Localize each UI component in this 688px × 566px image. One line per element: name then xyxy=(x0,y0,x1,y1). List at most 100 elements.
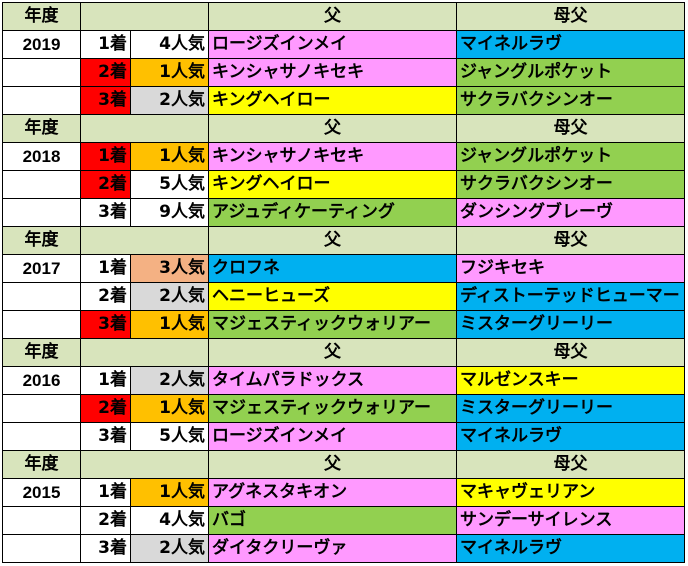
popularity-cell: 1人気 xyxy=(130,58,209,87)
dam-sire-header-cell: 母父 xyxy=(456,2,685,31)
sire-cell: クロフネ xyxy=(208,254,457,283)
sire-cell: キンシャサノキセキ xyxy=(208,142,457,171)
dam-sire-cell: マイネルラヴ xyxy=(456,422,685,451)
table-row: 3着 2人気 キングヘイロー サクラバクシンオー xyxy=(2,86,685,115)
empty-cell xyxy=(2,86,81,115)
table-row: 2着 4人気 バゴ サンデーサイレンス xyxy=(2,506,685,535)
sire-cell: マジェスティックウォリアー xyxy=(208,310,457,339)
finish-position-cell: 1着 xyxy=(80,366,131,395)
empty-cell xyxy=(2,310,81,339)
year-cell: 2015 xyxy=(2,478,81,507)
popularity-cell: 1人気 xyxy=(130,394,209,423)
table-row: 2016 1着 2人気 タイムパラドックス マルゼンスキー xyxy=(2,366,685,395)
sire-cell: ロージズインメイ xyxy=(208,30,457,59)
dam-sire-cell: サクラバクシンオー xyxy=(456,170,685,199)
year-header-cell: 年度 xyxy=(2,226,81,255)
dam-sire-cell: マイネルラヴ xyxy=(456,30,685,59)
popularity-cell: 4人気 xyxy=(130,506,209,535)
popularity-cell: 9人気 xyxy=(130,198,209,227)
dam-sire-header-cell: 母父 xyxy=(456,450,685,479)
dam-sire-cell: ミスターグリーリー xyxy=(456,310,685,339)
year-cell: 2019 xyxy=(2,30,81,59)
table-row: 2着 1人気 マジェスティックウォリアー ミスターグリーリー xyxy=(2,394,685,423)
year-header-row: 年度 父母父 xyxy=(2,114,685,143)
year-header-row: 年度 父母父 xyxy=(2,226,685,255)
year-cell: 2017 xyxy=(2,254,81,283)
sire-cell: キングヘイロー xyxy=(208,170,457,199)
finish-position-cell: 2着 xyxy=(80,394,131,423)
sire-header-cell: 父 xyxy=(208,2,457,31)
empty-cell xyxy=(2,394,81,423)
dam-sire-cell: ミスターグリーリー xyxy=(456,394,685,423)
dam-sire-cell: ディストーテッドヒューマー xyxy=(456,282,685,311)
year-header-cell: 年度 xyxy=(2,450,81,479)
year-header-row: 年度 父母父 xyxy=(2,450,685,479)
sire-header-cell: 父 xyxy=(208,114,457,143)
finish-position-cell: 3着 xyxy=(80,86,131,115)
empty-cell xyxy=(2,422,81,451)
empty-cell xyxy=(2,534,81,563)
year-header-row: 年度 父母父 xyxy=(2,2,685,31)
empty-cell xyxy=(2,198,81,227)
finish-position-cell: 2着 xyxy=(80,58,131,87)
empty-cell xyxy=(2,58,81,87)
finish-position-cell: 1着 xyxy=(80,254,131,283)
finish-position-cell: 2着 xyxy=(80,170,131,199)
dam-sire-cell: サクラバクシンオー xyxy=(456,86,685,115)
dam-sire-header-cell: 母父 xyxy=(456,114,685,143)
finish-position-cell: 1着 xyxy=(80,478,131,507)
popularity-cell: 3人気 xyxy=(130,254,209,283)
sire-header-cell: 父 xyxy=(208,338,457,367)
header-blank-cell xyxy=(80,450,209,479)
dam-sire-header-cell: 母父 xyxy=(456,226,685,255)
table-row: 2015 1着 1人気 アグネスタキオン マキャヴェリアン xyxy=(2,478,685,507)
dam-sire-header-cell: 母父 xyxy=(456,338,685,367)
table-row: 2着 1人気 キンシャサノキセキ ジャングルポケット xyxy=(2,58,685,87)
dam-sire-cell: マルゼンスキー xyxy=(456,366,685,395)
dam-sire-cell: ジャングルポケット xyxy=(456,142,685,171)
year-header-row: 年度 父母父 xyxy=(2,338,685,367)
dam-sire-cell: マイネルラヴ xyxy=(456,534,685,563)
table-row: 3着 9人気 アジュディケーティング ダンシングブレーヴ xyxy=(2,198,685,227)
table-row: 2018 1着 1人気 キンシャサノキセキ ジャングルポケット xyxy=(2,142,685,171)
dam-sire-cell: マキャヴェリアン xyxy=(456,478,685,507)
year-header-cell: 年度 xyxy=(2,2,81,31)
table-row: 2着 5人気 キングヘイロー サクラバクシンオー xyxy=(2,170,685,199)
table-row: 3着 5人気 ロージズインメイ マイネルラヴ xyxy=(2,422,685,451)
header-blank-cell xyxy=(80,338,209,367)
popularity-cell: 2人気 xyxy=(130,282,209,311)
header-blank-cell xyxy=(80,226,209,255)
empty-cell xyxy=(2,170,81,199)
sire-cell: ダイタクリーヴァ xyxy=(208,534,457,563)
finish-position-cell: 1着 xyxy=(80,30,131,59)
popularity-cell: 4人気 xyxy=(130,30,209,59)
table-row: 3着 1人気 マジェスティックウォリアー ミスターグリーリー xyxy=(2,310,685,339)
sire-header-cell: 父 xyxy=(208,226,457,255)
finish-position-cell: 3着 xyxy=(80,198,131,227)
sire-cell: アグネスタキオン xyxy=(208,478,457,507)
dam-sire-cell: サンデーサイレンス xyxy=(456,506,685,535)
sire-cell: キングヘイロー xyxy=(208,86,457,115)
popularity-cell: 5人気 xyxy=(130,422,209,451)
year-header-cell: 年度 xyxy=(2,338,81,367)
sire-cell: タイムパラドックス xyxy=(208,366,457,395)
year-cell: 2016 xyxy=(2,366,81,395)
finish-position-cell: 3着 xyxy=(80,534,131,563)
sire-cell: キンシャサノキセキ xyxy=(208,58,457,87)
sire-cell: バゴ xyxy=(208,506,457,535)
sire-cell: ロージズインメイ xyxy=(208,422,457,451)
table-row: 3着 2人気 ダイタクリーヴァ マイネルラヴ xyxy=(2,534,685,563)
table-row: 2017 1着 3人気 クロフネ フジキセキ xyxy=(2,254,685,283)
sire-header-cell: 父 xyxy=(208,450,457,479)
finish-position-cell: 3着 xyxy=(80,310,131,339)
popularity-cell: 1人気 xyxy=(130,142,209,171)
header-blank-cell xyxy=(80,114,209,143)
popularity-cell: 1人気 xyxy=(130,478,209,507)
table-row: 2着 2人気 ヘニーヒューズ ディストーテッドヒューマー xyxy=(2,282,685,311)
sire-cell: ヘニーヒューズ xyxy=(208,282,457,311)
year-header-cell: 年度 xyxy=(2,114,81,143)
finish-position-cell: 3着 xyxy=(80,422,131,451)
popularity-cell: 5人気 xyxy=(130,170,209,199)
finish-position-cell: 2着 xyxy=(80,282,131,311)
finish-position-cell: 2着 xyxy=(80,506,131,535)
